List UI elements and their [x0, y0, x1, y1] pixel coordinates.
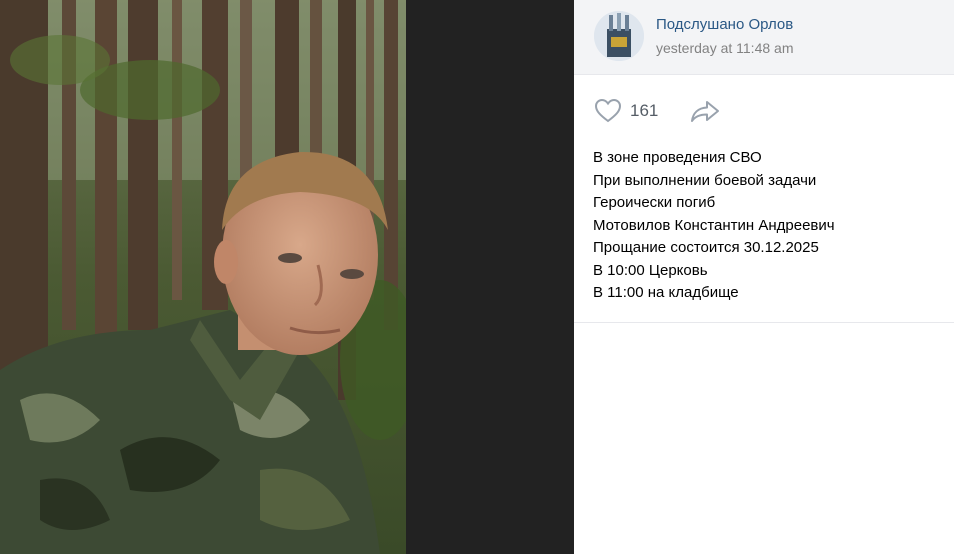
post-text-line: Прощание состоится 30.12.2025 [593, 239, 819, 256]
post-text-line: Мотовилов Константин Андреевич [593, 216, 835, 234]
photo-viewer [0, 0, 574, 554]
like-count: 161 [630, 101, 659, 120]
post-text-line: В 11:00 на кладбище [593, 284, 739, 301]
post-photo[interactable] [0, 0, 406, 554]
post-text-line: Героически погиб [593, 194, 716, 211]
like-button[interactable]: 161 [594, 98, 658, 124]
photo-image [0, 0, 406, 554]
post-actions: 161 [594, 96, 720, 126]
post-text-line: В зоне проведения СВО [593, 149, 762, 166]
share-button[interactable] [690, 99, 720, 123]
post-text-line: В 10:00 Церковь [593, 261, 708, 279]
post-header: Подслушано Орлов yesterday at 11:48 am [574, 0, 954, 75]
share-arrow-icon [691, 101, 720, 122]
post-sidebar: Подслушано Орлов yesterday at 11:48 am 1… [574, 0, 954, 554]
group-name-link[interactable]: Подслушано Орлов [656, 16, 793, 33]
post-timestamp[interactable]: yesterday at 11:48 am [656, 40, 793, 56]
group-avatar-icon[interactable] [594, 11, 644, 61]
post-text-line: При выполнении боевой задачи [593, 171, 817, 189]
post-text: В зоне проведения СВО При выполнении бое… [593, 147, 933, 305]
heart-icon [594, 98, 622, 123]
divider [574, 322, 954, 323]
